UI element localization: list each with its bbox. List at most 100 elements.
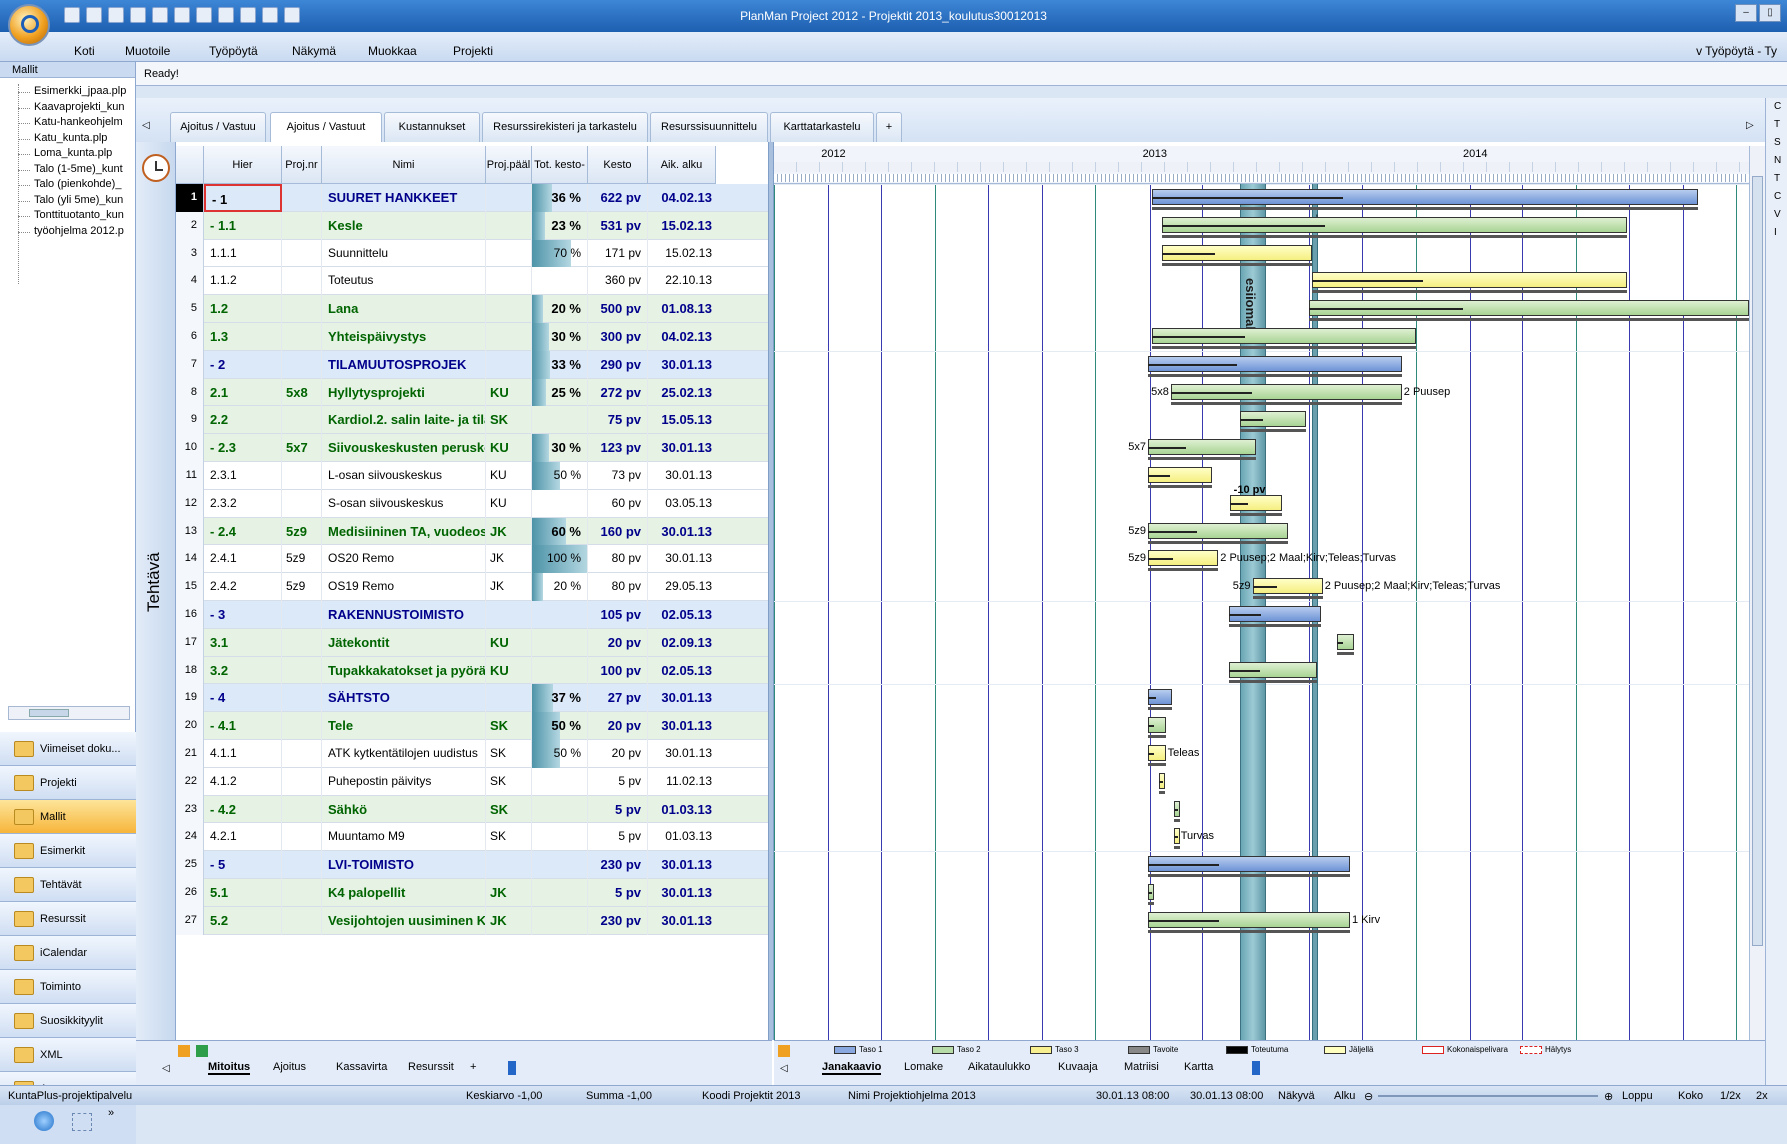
table-row[interactable]: 23- 4.2 Sähkö SK 5 pv 01.03.13: [176, 795, 768, 824]
cell-kesto[interactable]: 300 pv: [588, 323, 648, 351]
horizontal-scrollbar[interactable]: [8, 706, 130, 720]
tab-matriisi[interactable]: Matriisi: [1124, 1061, 1159, 1073]
cell-progress[interactable]: 70 %: [532, 239, 588, 268]
file-item[interactable]: Kaavaprojekti_kun: [18, 100, 134, 116]
tab-add[interactable]: +: [876, 112, 902, 142]
cell-projpaal[interactable]: [486, 267, 532, 296]
tab-lomake[interactable]: Lomake: [904, 1061, 943, 1073]
table-row[interactable]: 3 1.1.1 Suunnittelu 70 % 171 pv 15.02.13: [176, 239, 768, 268]
cell-progress[interactable]: 20 %: [532, 573, 588, 601]
cell-hier[interactable]: 3.2: [204, 656, 282, 685]
left-scroll-thumb[interactable]: [508, 1061, 516, 1075]
cell-projpaal[interactable]: JK: [486, 573, 532, 601]
cell-alku[interactable]: 30.01.13: [648, 712, 716, 740]
table-row[interactable]: 27 5.2 Vesijohtojen uusiminen K JK 230 pv 30.…: [176, 906, 768, 935]
chevron-more-icon[interactable]: »: [108, 1107, 114, 1119]
cell-progress[interactable]: 50 %: [532, 462, 588, 490]
row-number[interactable]: 22: [176, 767, 204, 796]
cell-progress[interactable]: 50 %: [532, 712, 588, 740]
cell-projpaal[interactable]: [486, 350, 532, 379]
cell-kesto[interactable]: 105 pv: [588, 601, 648, 629]
cell-projpaal[interactable]: SK: [486, 712, 532, 740]
cell-alku[interactable]: 30.01.13: [648, 740, 716, 768]
cell-alku[interactable]: 30.01.13: [648, 851, 716, 879]
table-row[interactable]: 22 4.1.2 Puhepostin päivitys SK 5 pv 11.02.13: [176, 767, 768, 796]
cell-projpaal[interactable]: [486, 851, 532, 879]
cell-alku[interactable]: 30.01.13: [648, 518, 716, 546]
cell-name[interactable]: S-osan siivouskeskus: [322, 489, 486, 518]
col-header-projnr[interactable]: Proj.nr: [282, 146, 322, 184]
cell-name[interactable]: Medisiininen TA, vuodeos: [322, 517, 486, 546]
zoom-in-icon[interactable]: ⊕: [1604, 1090, 1613, 1103]
cell-projnr[interactable]: 5x8: [282, 378, 322, 407]
file-item[interactable]: Loma_kunta.plp: [18, 146, 134, 162]
cell-alku[interactable]: 04.02.13: [648, 323, 716, 351]
col-header-kesto[interactable]: Kesto: [588, 146, 648, 184]
table-row[interactable]: 18 3.2 Tupakkakatokset ja pyörät KU 100 pv 02…: [176, 656, 768, 685]
menu-nakyma[interactable]: Näkymä: [292, 44, 336, 58]
cell-kesto[interactable]: 73 pv: [588, 462, 648, 490]
zoom-out-icon[interactable]: ⊖: [1364, 1090, 1373, 1103]
cell-projnr[interactable]: [282, 350, 322, 379]
row-number[interactable]: 6: [176, 323, 204, 351]
col-header-alku[interactable]: Aik. alku: [648, 146, 716, 184]
cell-projnr[interactable]: [282, 684, 322, 713]
cell-alku[interactable]: 25.02.13: [648, 379, 716, 407]
cell-hier[interactable]: 2.2: [204, 406, 282, 435]
tab-kartta[interactable]: Kartta: [1184, 1061, 1213, 1073]
right-scroll-thumb[interactable]: [1252, 1061, 1260, 1075]
table-row[interactable]: 7- 2 TILAMUUTOSPROJEK 33 % 290 pv 30.01.13: [176, 350, 768, 379]
cell-hier[interactable]: - 2.3: [204, 434, 282, 462]
tab-resurssit[interactable]: Resurssit: [408, 1061, 454, 1073]
cell-alku[interactable]: 30.01.13: [648, 684, 716, 712]
cell-alku[interactable]: 30.01.13: [648, 434, 716, 462]
status-zoom-double[interactable]: 2x: [1756, 1090, 1768, 1102]
cell-projnr[interactable]: [282, 184, 322, 212]
cell-name[interactable]: ATK kytkentätilojen uudistus: [322, 740, 486, 768]
cell-kesto[interactable]: 290 pv: [588, 350, 648, 379]
tab-kustannukset[interactable]: Kustannukset: [384, 112, 480, 142]
cell-name[interactable]: Vesijohtojen uusiminen K: [322, 906, 486, 935]
table-row[interactable]: 25- 5 LVI-TOIMISTO 230 pv 30.01.13: [176, 851, 768, 879]
cell-projnr[interactable]: [282, 462, 322, 490]
tab-karttatarkastelu[interactable]: Karttatarkastelu: [770, 112, 874, 142]
cell-alku[interactable]: 02.05.13: [648, 657, 716, 685]
cell-kesto[interactable]: 100 pv: [588, 656, 648, 685]
cell-projnr[interactable]: [282, 712, 322, 740]
cell-projnr[interactable]: [282, 823, 322, 852]
cell-name[interactable]: Siivouskeskusten perusko: [322, 434, 486, 462]
cell-hier[interactable]: 1.1.2: [204, 267, 282, 296]
tab-kuvaaja[interactable]: Kuvaaja: [1058, 1061, 1098, 1073]
cell-hier[interactable]: 1.1.1: [204, 239, 282, 268]
cell-alku[interactable]: 03.05.13: [648, 490, 716, 518]
status-koko[interactable]: Koko: [1678, 1090, 1703, 1102]
row-number[interactable]: 18: [176, 656, 204, 685]
cell-name[interactable]: L-osan siivouskeskus: [322, 462, 486, 490]
cell-progress[interactable]: [532, 879, 588, 907]
cell-hier[interactable]: - 4: [204, 684, 282, 713]
minimize-button[interactable]: –: [1735, 4, 1757, 22]
table-row[interactable]: 2- 1.1 Kesle 23 % 531 pv 15.02.13: [176, 211, 768, 240]
row-number[interactable]: 20: [176, 712, 204, 740]
cell-kesto[interactable]: 20 pv: [588, 740, 648, 768]
table-row[interactable]: 5 1.2 Lana 20 % 500 pv 01.08.13: [176, 295, 768, 323]
cell-hier[interactable]: 1.3: [204, 323, 282, 351]
cell-progress[interactable]: [532, 851, 588, 879]
row-number[interactable]: 24: [176, 823, 204, 852]
row-number[interactable]: 23: [176, 795, 204, 824]
cell-alku[interactable]: 29.05.13: [648, 573, 716, 601]
table-row[interactable]: 9 2.2 Kardiol.2. salin laite- ja tila SK 75 …: [176, 406, 768, 435]
table-row[interactable]: 4 1.1.2 Toteutus 360 pv 22.10.13: [176, 267, 768, 296]
cell-kesto[interactable]: 80 pv: [588, 545, 648, 574]
clock-icon[interactable]: [142, 154, 170, 182]
application-orb-button[interactable]: [8, 4, 50, 46]
nav-button[interactable]: Toiminto: [0, 970, 136, 1004]
table-row[interactable]: 6 1.3 Yhteispäivystys 30 % 300 pv 04.02.13: [176, 323, 768, 351]
menu-muokkaa[interactable]: Muokkaa: [368, 44, 417, 58]
cell-progress[interactable]: 33 %: [532, 350, 588, 379]
cell-kesto[interactable]: 5 pv: [588, 879, 648, 907]
table-row[interactable]: 15 2.4.2 5z9 OS19 Remo JK 20 % 80 pv 29.05.13: [176, 573, 768, 601]
cell-hier[interactable]: 2.4.2: [204, 573, 282, 601]
cell-kesto[interactable]: 5 pv: [588, 823, 648, 852]
cell-kesto[interactable]: 171 pv: [588, 239, 648, 268]
